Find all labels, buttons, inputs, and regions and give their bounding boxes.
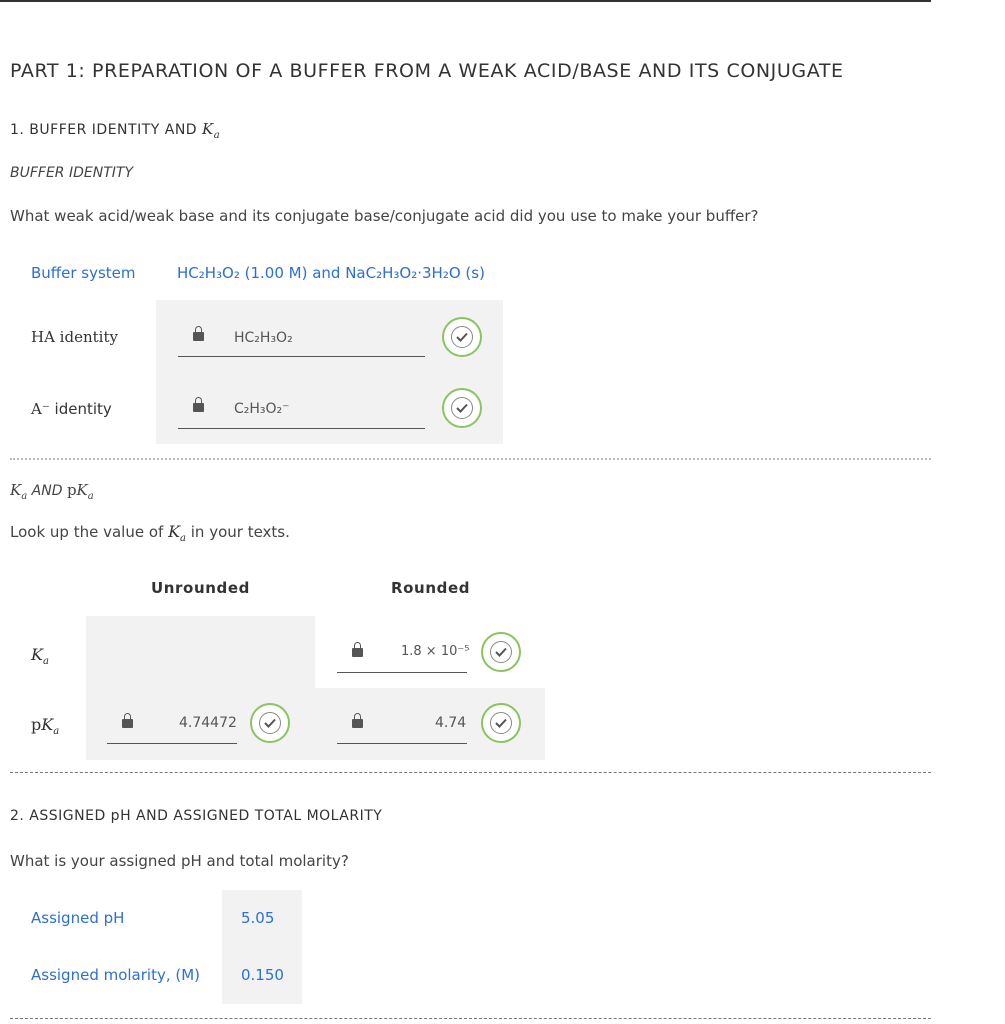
ka-row-label: Ka [31, 645, 49, 668]
section2-question: What is your assigned pH and total molar… [10, 852, 349, 870]
buffer-identity-subtitle: BUFFER IDENTITY [10, 165, 133, 181]
top-divider [0, 0, 931, 2]
a-identity-value: C₂H₃O₂⁻ [234, 401, 290, 417]
pka-unrounded-value: 4.74472 [179, 715, 237, 731]
assigned-ph-label: Assigned pH [31, 909, 125, 927]
correct-check-icon [250, 703, 290, 743]
ha-identity-label: HA identity [31, 328, 118, 346]
ka-unrounded-box [86, 616, 315, 688]
assigned-molarity-value: 0.150 [241, 966, 284, 984]
section-divider [10, 772, 931, 773]
section-divider [10, 1018, 931, 1019]
section1-title-var: Ka [202, 120, 221, 141]
ka-question: Look up the value of Ka in your texts. [10, 522, 290, 545]
ka-subtitle-and: AND [31, 483, 63, 499]
ha-identity-value: HC₂H₃O₂ [234, 330, 293, 346]
buffer-system-value: HC₂H₃O₂ (1.00 M) and NaC₂H₃O₂·3H₂O (s) [177, 264, 485, 282]
part-title: PART 1: PREPARATION OF A BUFFER FROM A W… [10, 60, 844, 82]
correct-check-icon [481, 703, 521, 743]
section1-title: 1. BUFFER IDENTITY AND Ka [10, 120, 220, 141]
buffer-question: What weak acid/weak base and its conjuga… [10, 207, 759, 225]
buffer-system-label: Buffer system [31, 264, 136, 282]
ka-pka-subtitle: Ka AND pKa [10, 481, 94, 502]
column-header-unrounded: Unrounded [151, 579, 250, 597]
column-header-rounded: Rounded [391, 579, 471, 597]
a-symbol: A⁻ [31, 400, 50, 418]
ha-identity-field[interactable] [178, 334, 425, 357]
ka-rounded-value: 1.8 × 10⁻⁵ [401, 644, 470, 659]
ka-question-pre: Look up the value of [10, 523, 164, 541]
correct-check-icon [481, 632, 521, 672]
a-identity-text: identity [54, 400, 112, 418]
pka-rounded-value: 4.74 [435, 715, 467, 731]
ka-question-post: in your texts. [190, 523, 290, 541]
correct-check-icon [442, 388, 482, 428]
a-identity-label: A⁻ identity [31, 400, 112, 418]
a-identity-field[interactable] [178, 406, 425, 429]
pka-row-label: pKa [31, 715, 60, 738]
assigned-ph-value: 5.05 [241, 909, 275, 927]
assigned-molarity-label: Assigned molarity, (M) [31, 966, 201, 984]
section-divider [10, 458, 931, 460]
section2-title: 2. ASSIGNED pH AND ASSIGNED TOTAL MOLARI… [10, 808, 383, 824]
section1-title-text: 1. BUFFER IDENTITY AND [10, 122, 198, 138]
correct-check-icon [442, 317, 482, 357]
assigned-values-box [222, 890, 302, 1004]
